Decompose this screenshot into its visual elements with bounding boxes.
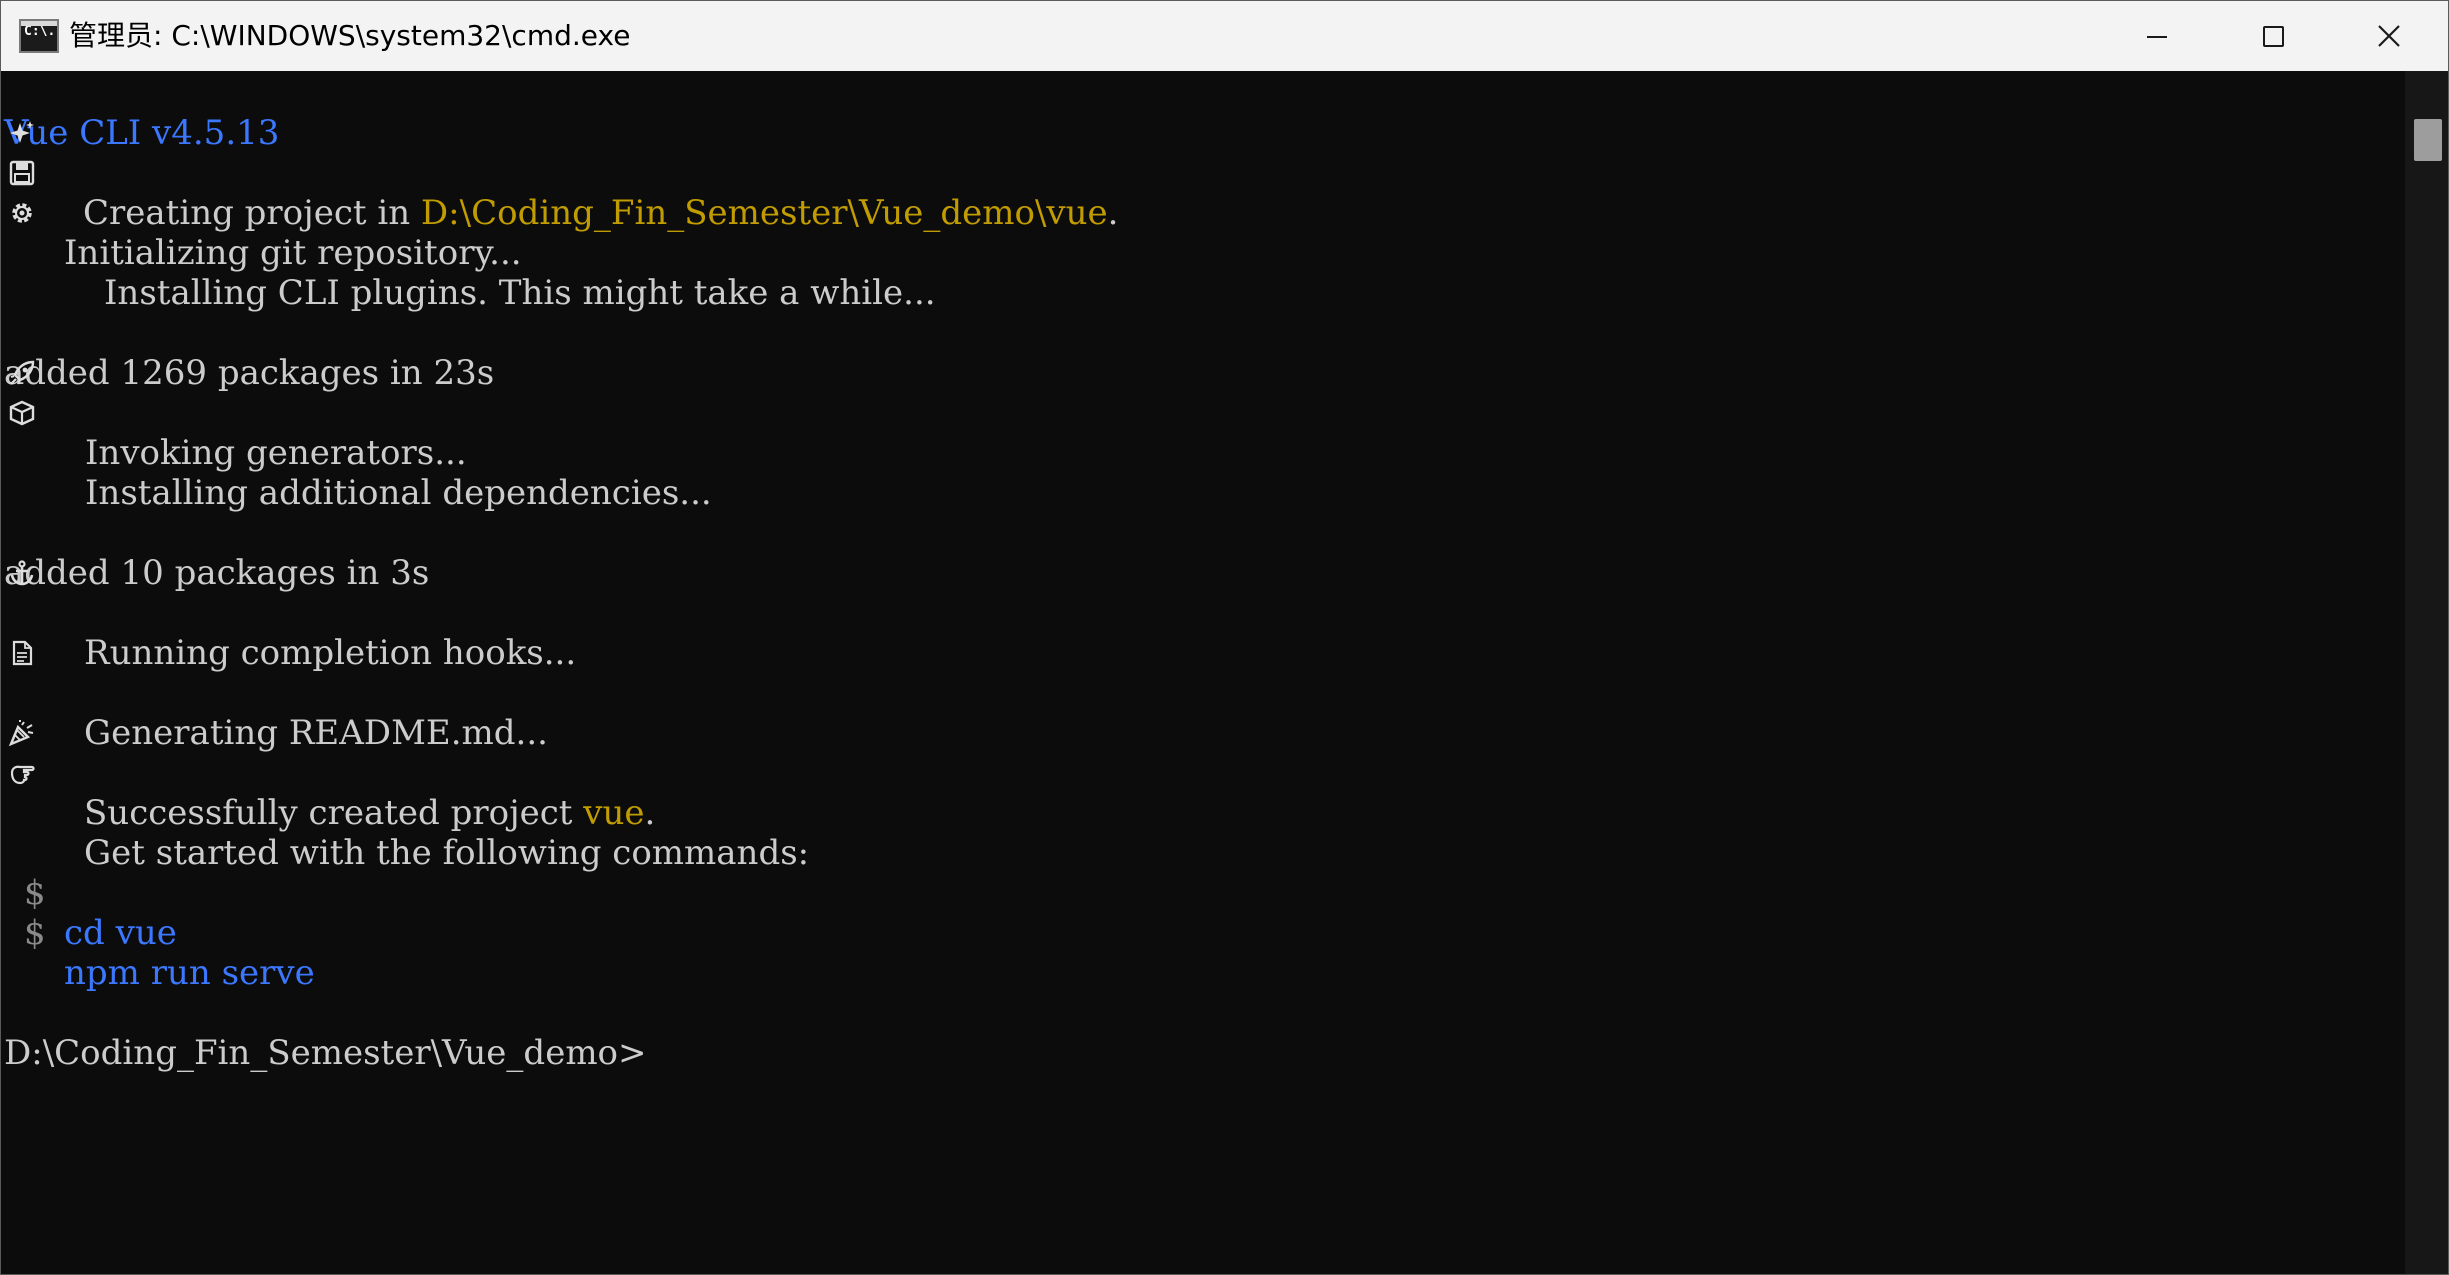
- close-icon: [2378, 25, 2400, 47]
- project-path: D:\Coding_Fin_Semester\Vue_demo\vue: [420, 193, 1108, 233]
- installing-plugins-text: Installing CLI plugins. This might take …: [104, 273, 936, 313]
- package-icon: [9, 400, 35, 426]
- generating-readme-text: Generating README.md...: [84, 713, 548, 753]
- init-git-text: Initializing git repository...: [64, 233, 522, 273]
- command-npm-serve: npm run serve: [64, 953, 315, 993]
- console-line-cmd-2: $ npm run serve: [4, 873, 315, 993]
- scrollbar-thumb[interactable]: [2414, 119, 2442, 161]
- title-bar[interactable]: C:\. 管理员: C:\WINDOWS\system32\cmd.exe: [1, 1, 2448, 72]
- console-line-cmd-1: $ cd vue: [4, 833, 177, 953]
- anchor-icon: [10, 560, 34, 586]
- command-prompt[interactable]: D:\Coding_Fin_Semester\Vue_demo>: [4, 1033, 647, 1073]
- added-packages-1: added 1269 packages in 23s: [4, 353, 495, 393]
- minimize-button[interactable]: [2099, 1, 2215, 71]
- cmd-window: C:\. 管理员: C:\WINDOWS\system32\cmd.exe Vu…: [0, 0, 2449, 1275]
- running-hooks-text: Running completion hooks...: [84, 633, 577, 673]
- gear-icon: [12, 203, 32, 223]
- success-text: Successfully created project vue.: [84, 793, 656, 833]
- prompt-symbol: $: [24, 913, 46, 953]
- rocket-icon: [10, 360, 35, 385]
- installing-deps-text: Installing additional dependencies...: [85, 473, 712, 513]
- get-started-text: Get started with the following commands:: [84, 833, 810, 873]
- console-line-readme: Generating README.md...: [4, 633, 548, 753]
- console-line-plugins: Installing CLI plugins. This might take …: [4, 193, 936, 313]
- cmd-app-icon[interactable]: C:\.: [19, 19, 59, 53]
- floppy-disk-icon: [9, 160, 35, 186]
- console-line-success: Successfully created project vue.: [4, 713, 655, 833]
- console-line-get-started: Get started with the following commands:: [4, 753, 809, 873]
- console-line-invoking: Invoking generators...: [4, 353, 467, 473]
- console-line-header: Vue CLI v4.5.13: [4, 73, 279, 153]
- console-line-deps: Installing additional dependencies...: [4, 393, 712, 513]
- document-icon: [12, 640, 33, 666]
- vertical-scrollbar[interactable]: [2405, 71, 2448, 1274]
- console-output[interactable]: Vue CLI v4.5.13 Creating project in D:\C…: [1, 71, 2405, 1274]
- sparkles-icon: [10, 121, 34, 143]
- pointing-hand-icon: [10, 765, 35, 785]
- console-line-added-1: added 1269 packages in 23s: [4, 313, 494, 393]
- console-line-git: Initializing git repository...: [4, 153, 522, 273]
- window-title: 管理员: C:\WINDOWS\system32\cmd.exe: [69, 19, 631, 52]
- creating-text: Creating project in D:\Coding_Fin_Semest…: [83, 193, 1119, 233]
- app-icon-label: C:\.: [24, 24, 56, 39]
- console-line-hooks: Running completion hooks...: [4, 553, 576, 673]
- party-popper-icon: [8, 720, 34, 747]
- console-line-creating: Creating project in D:\Coding_Fin_Semest…: [4, 113, 1304, 233]
- console-line-added-2: added 10 packages in 3s: [4, 513, 429, 593]
- project-name: vue: [583, 793, 645, 833]
- maximize-button[interactable]: [2215, 1, 2331, 71]
- close-button[interactable]: [2331, 1, 2447, 71]
- invoking-text: Invoking generators...: [85, 433, 467, 473]
- console-line-prompt: D:\Coding_Fin_Semester\Vue_demo>: [4, 993, 647, 1073]
- command-cd: cd vue: [64, 913, 177, 953]
